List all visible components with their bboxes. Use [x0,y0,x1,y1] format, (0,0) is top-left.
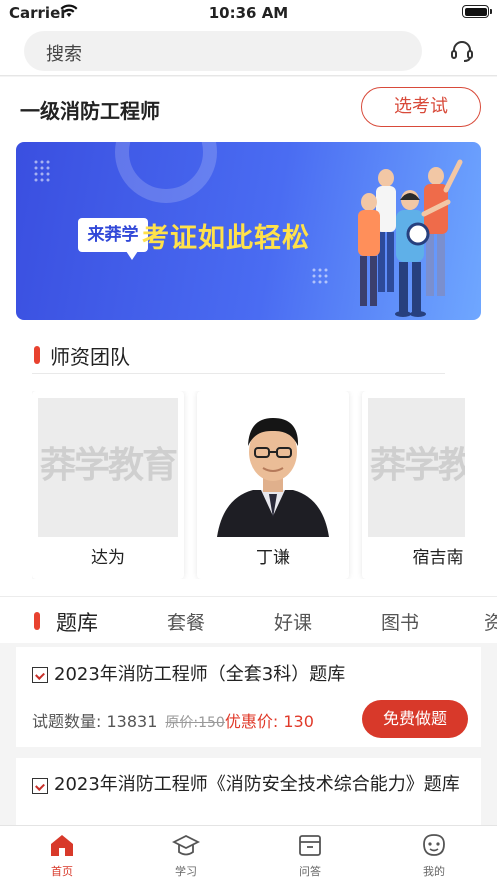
brand-watermark: 莽学教育 [369,445,465,486]
teacher-section: 师资团队 莽学教育 达为 丁谦 莽学教 宿吉南 [0,326,497,596]
battery-icon [462,5,492,18]
teacher-card[interactable]: 莽学教育 宿吉南 [362,391,465,579]
teacher-portrait [203,398,343,537]
teacher-photo-placeholder: 莽学教育 [38,398,178,537]
tabbar-home-label: 首页 [51,865,73,878]
search-bar: 搜索 [0,26,497,76]
course-card[interactable]: 2023年消防工程师（全套3科）题库 试题数量: 13831 原价:150优惠价:… [16,647,481,747]
banner-logo: 来莽学 [78,218,148,260]
teacher-carousel[interactable]: 莽学教育 达为 丁谦 莽学教 宿吉南 [32,391,465,579]
promo-banner[interactable]: 来莽学 考证如此轻松 [16,142,481,320]
teacher-card[interactable]: 丁谦 [197,391,349,579]
tab-books[interactable]: 图书 [381,608,419,635]
search-input[interactable]: 搜索 [24,31,422,71]
bottom-tab-bar: 首页 学习 问答 我的 [0,825,497,883]
graduation-cap-icon [172,834,200,856]
sale-price-label: 优惠价: [224,712,284,731]
headset-icon[interactable] [448,37,476,65]
question-count-label: 试题数量: [32,712,107,731]
course-meta: 试题数量: 13831 原价:150优惠价: 130 [32,708,314,732]
original-price: 原价:150 [165,715,225,731]
teacher-photo-placeholder: 莽学教育 [368,398,465,537]
status-bar: Carrier 10:36 AM [0,0,497,26]
select-exam-button[interactable]: 选考试 [361,87,481,127]
section-marker [34,346,40,364]
exam-title: 一级消防工程师 [20,99,160,123]
banner-section: 来莽学 考证如此轻松 [0,139,497,326]
tabbar-mine[interactable]: 我的 [394,832,474,879]
tab-question-bank[interactable]: 题库 [56,607,98,637]
brand-watermark: 莽学教育 [39,445,178,486]
teacher-card[interactable]: 莽学教育 达为 [32,391,184,579]
tab-courses[interactable]: 好课 [274,608,312,635]
teacher-section-header: 师资团队 [32,338,445,374]
sale-price: 130 [283,712,314,731]
tab-materials[interactable]: 资 [484,608,497,635]
tabbar-mine-label: 我的 [423,865,445,878]
tabbar-home[interactable]: 首页 [22,832,102,879]
tabbar-study[interactable]: 学习 [146,832,226,879]
tabbar-study-label: 学习 [175,865,197,878]
teacher-portrait-image [217,418,329,537]
free-practice-button[interactable]: 免费做题 [362,700,468,738]
course-list: 2023年消防工程师（全套3科）题库 试题数量: 13831 原价:150优惠价:… [0,643,497,838]
smiley-face-icon [423,834,445,856]
tab-packages[interactable]: 套餐 [167,608,205,635]
course-title: 2023年消防工程师《消防安全技术综合能力》题库 [54,774,460,795]
teacher-section-title: 师资团队 [50,345,130,369]
tabbar-qa-label: 问答 [299,865,321,878]
download-doc-icon [32,667,48,683]
people-illustration [358,159,463,317]
category-tabs: 题库 套餐 好课 图书 资 [0,596,497,643]
exam-header: 一级消防工程师 选考试 [0,77,497,139]
teacher-name: 达为 [91,548,125,568]
question-count: 13831 [106,712,158,731]
active-tab-marker [34,612,40,630]
teacher-name: 宿吉南 [412,548,464,568]
teacher-name: 丁谦 [256,548,290,568]
banner-slogan: 考证如此轻松 [142,223,310,254]
tabbar-qa[interactable]: 问答 [270,832,350,879]
archive-box-icon [299,835,321,856]
clock: 10:36 AM [208,4,289,22]
course-title: 2023年消防工程师（全套3科）题库 [54,664,346,685]
search-placeholder: 搜索 [46,44,82,65]
home-icon [51,835,73,856]
